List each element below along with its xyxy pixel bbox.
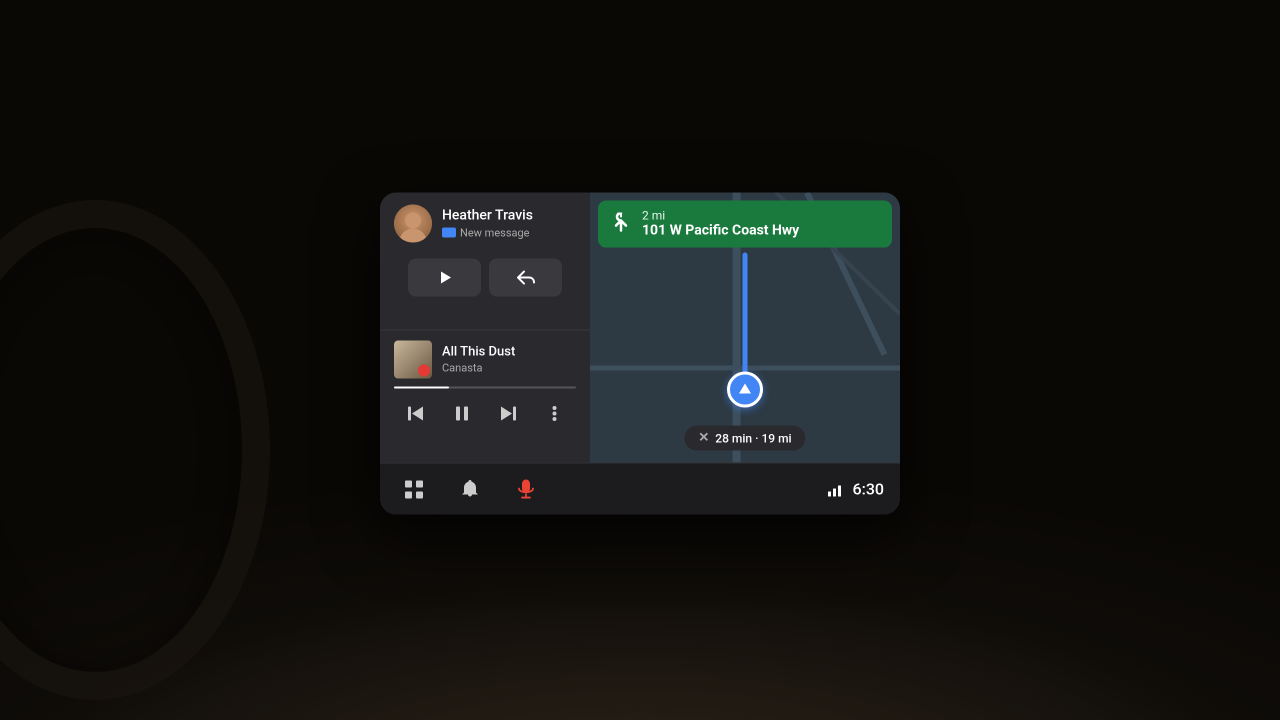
avatar-face [394,205,432,243]
music-card[interactable]: All This Dust Canasta [380,330,590,463]
app-grid-button[interactable] [396,471,432,507]
bottom-icons [396,471,827,507]
pause-icon [455,405,469,421]
nav-distance: 2 mi [642,209,799,223]
music-top: All This Dust Canasta [394,340,576,378]
music-info: All This Dust Canasta [442,344,576,374]
eta-distance: 19 mi [761,431,791,445]
eta-badge: ✕ 28 min · 19 mi [684,426,805,451]
map-panel[interactable]: 2 mi 101 W Pacific Coast Hwy ✕ 28 min · … [590,193,900,463]
progress-bar[interactable] [394,386,576,388]
aa-content-area: Heather Travis New message [380,193,900,463]
nav-street: 101 W Pacific Coast Hwy [642,223,799,240]
song-title: All This Dust [442,344,576,359]
avatar [394,205,432,243]
contact-info: Heather Travis New message [442,208,576,240]
android-auto-display: Heather Travis New message [380,193,900,515]
play-icon [437,270,453,286]
clock-display: 6:30 [853,480,885,499]
prev-icon [407,405,425,421]
nav-info: 2 mi 101 W Pacific Coast Hwy [642,209,799,240]
message-icon [442,228,456,238]
message-label-row: New message [442,226,576,239]
action-buttons [394,253,576,307]
eta-text: 28 min · 19 mi [715,431,791,445]
microphone-icon [518,478,534,500]
more-options-button[interactable] [532,396,576,430]
pause-button[interactable] [440,396,484,430]
turn-left-icon [610,213,632,235]
turn-icon [610,213,632,235]
grid-icon [404,479,424,499]
progress-fill [394,386,449,388]
reply-button[interactable] [489,259,562,297]
car-arrow-icon [739,384,751,394]
prev-track-button[interactable] [394,396,438,430]
message-subtitle: New message [460,226,530,239]
bell-icon [461,479,479,499]
left-panel: Heather Travis New message [380,193,590,463]
next-track-button[interactable] [486,396,530,430]
contact-name: Heather Travis [442,208,576,225]
music-controls [394,396,576,430]
bottom-status: 6:30 [827,480,885,499]
message-card[interactable]: Heather Travis New message [380,193,590,331]
play-button[interactable] [408,259,481,297]
car-marker [727,372,763,408]
reply-icon [517,270,535,286]
album-art [394,340,432,378]
eta-close-button[interactable]: ✕ [698,431,709,446]
notifications-button[interactable] [452,471,488,507]
more-icon [552,405,557,421]
bottom-bar: 6:30 [380,463,900,515]
eta-time: 28 min [715,431,752,445]
microphone-button[interactable] [508,471,544,507]
artist-name: Canasta [442,361,576,374]
contact-row: Heather Travis New message [394,205,576,243]
next-icon [499,405,517,421]
signal-bars-icon [827,482,845,496]
nav-banner: 2 mi 101 W Pacific Coast Hwy [598,201,892,248]
